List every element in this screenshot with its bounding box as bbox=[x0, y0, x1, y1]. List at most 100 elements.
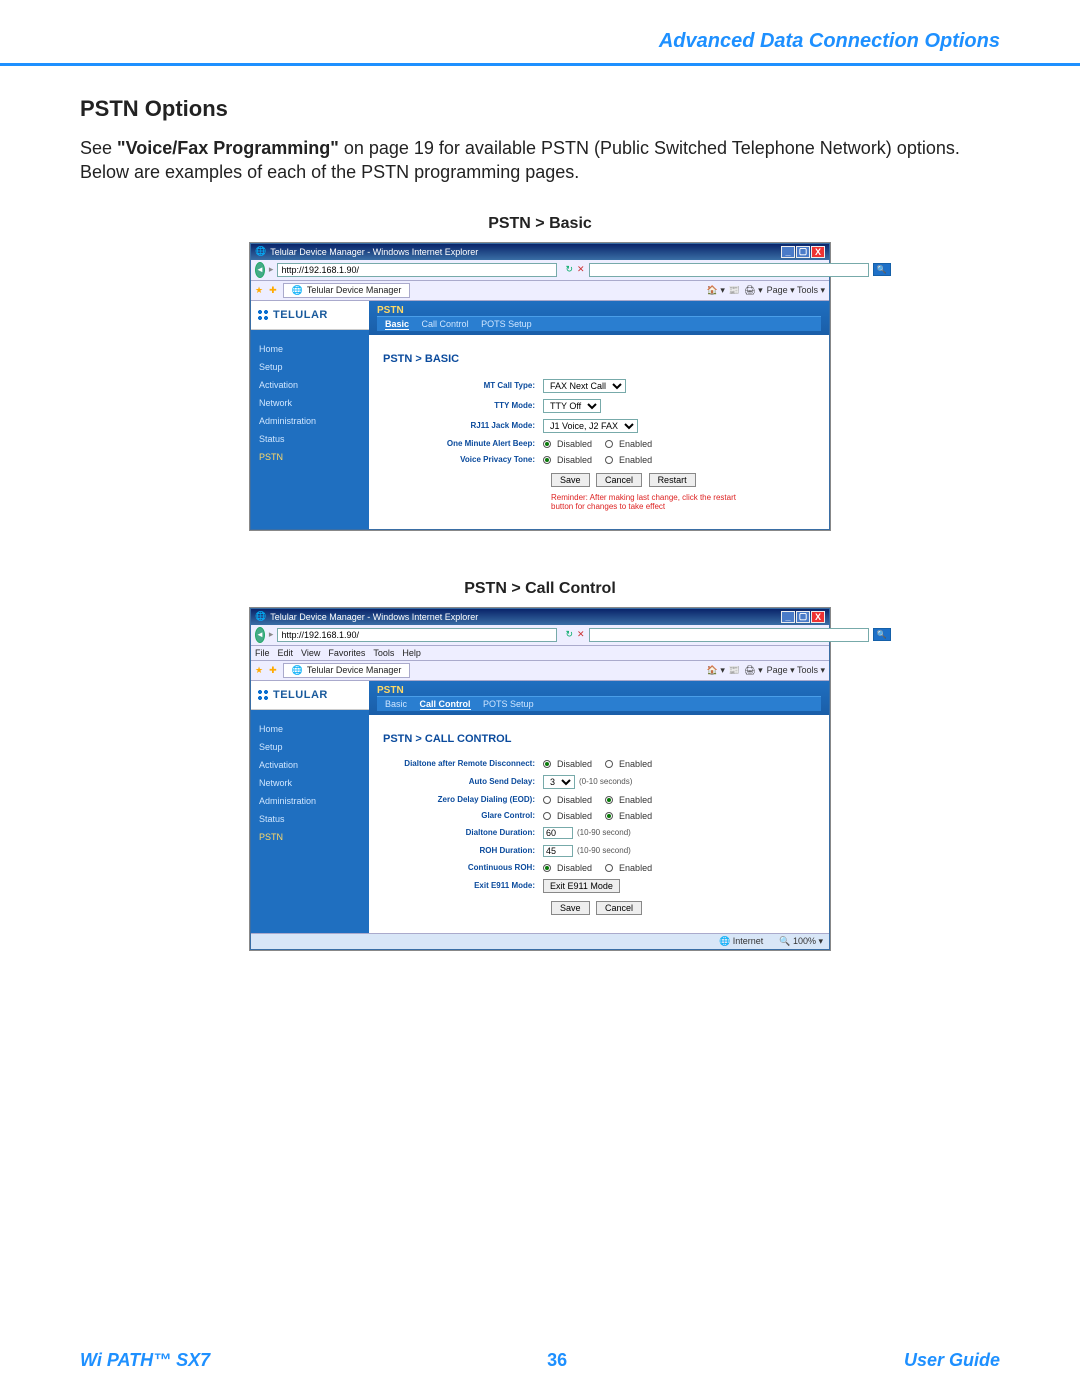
print-icon2[interactable]: 🖨 ▾ bbox=[744, 665, 762, 676]
back-button[interactable]: ◄ bbox=[255, 262, 265, 278]
nav2-setup[interactable]: Setup bbox=[259, 738, 361, 756]
feeds-icon2[interactable]: 📰 bbox=[729, 665, 740, 676]
section-body: See "Voice/Fax Programming" on page 19 f… bbox=[80, 136, 1000, 185]
favorites-icon[interactable]: ★ bbox=[255, 285, 263, 296]
select-autosend[interactable]: 3 bbox=[543, 775, 575, 789]
radio-vp-enabled[interactable] bbox=[605, 456, 613, 464]
nav2-network[interactable]: Network bbox=[259, 774, 361, 792]
refresh-icon2[interactable]: ↻ bbox=[565, 629, 573, 640]
nav-activation[interactable]: Activation bbox=[259, 376, 361, 394]
menu-edit[interactable]: Edit bbox=[278, 648, 294, 658]
opt-enabled: Enabled bbox=[619, 759, 652, 769]
search-go-button2[interactable]: 🔍 bbox=[873, 628, 891, 641]
search-input[interactable] bbox=[589, 263, 869, 277]
url-input2[interactable] bbox=[277, 628, 557, 642]
input-rohdur[interactable] bbox=[543, 845, 573, 857]
stop-icon2[interactable]: ✕ bbox=[577, 629, 585, 640]
ie-icon2: 🌐 bbox=[255, 611, 266, 622]
browser-tab[interactable]: 🌐Telular Device Manager bbox=[283, 283, 411, 298]
brand-text2: TELULAR bbox=[273, 689, 328, 701]
tab2-pots[interactable]: POTS Setup bbox=[483, 699, 534, 709]
stop-icon[interactable]: ✕ bbox=[577, 264, 585, 275]
close-button2[interactable]: X bbox=[811, 611, 825, 623]
close-button[interactable]: X bbox=[811, 246, 825, 258]
label-rohdur: ROH Duration: bbox=[383, 846, 543, 855]
page-tools-menu[interactable]: Page ▾ Tools ▾ bbox=[767, 285, 825, 296]
minimize-button2[interactable]: _ bbox=[781, 611, 795, 623]
label-autosend: Auto Send Delay: bbox=[383, 777, 543, 786]
menu-view[interactable]: View bbox=[301, 648, 320, 658]
forward-button2[interactable]: ▸ bbox=[269, 629, 274, 640]
radio-controh-disabled[interactable] bbox=[543, 864, 551, 872]
menu-help[interactable]: Help bbox=[402, 648, 421, 658]
select-rj11[interactable]: J1 Voice, J2 FAX bbox=[543, 419, 638, 433]
radio-glare-enabled[interactable] bbox=[605, 812, 613, 820]
save-button2[interactable]: Save bbox=[551, 901, 590, 915]
nav-pstn[interactable]: PSTN bbox=[259, 448, 361, 466]
home-icon[interactable]: 🏠 ▾ bbox=[707, 285, 725, 296]
nav2-status[interactable]: Status bbox=[259, 810, 361, 828]
radio-controh-enabled[interactable] bbox=[605, 864, 613, 872]
opt-enabled2: Enabled bbox=[619, 795, 652, 805]
select-mtcall[interactable]: FAX Next Call bbox=[543, 379, 626, 393]
feeds-icon[interactable]: 📰 bbox=[729, 285, 740, 296]
print-icon[interactable]: 🖨 ▾ bbox=[744, 285, 762, 296]
home-icon2[interactable]: 🏠 ▾ bbox=[707, 665, 725, 676]
search-go-button[interactable]: 🔍 bbox=[873, 263, 891, 276]
add-favorite-icon2[interactable]: ✚ bbox=[269, 665, 277, 676]
radio-zd-disabled[interactable] bbox=[543, 796, 551, 804]
toolbar-right2[interactable]: 🏠 ▾ 📰 🖨 ▾ Page ▾ Tools ▾ bbox=[707, 665, 825, 676]
minimize-button[interactable]: _ bbox=[781, 246, 795, 258]
pstn-header-title2: PSTN bbox=[377, 685, 821, 696]
content-pane2: PSTN Basic Call Control POTS Setup PSTN … bbox=[369, 681, 829, 933]
maximize-button2[interactable]: ▢ bbox=[796, 611, 810, 623]
url-input[interactable] bbox=[277, 263, 557, 277]
restart-button[interactable]: Restart bbox=[649, 473, 696, 487]
tab-callcontrol[interactable]: Call Control bbox=[422, 319, 469, 329]
radio-dtremote-disabled[interactable] bbox=[543, 760, 551, 768]
menu-favorites[interactable]: Favorites bbox=[328, 648, 365, 658]
forward-button[interactable]: ▸ bbox=[269, 264, 274, 275]
search-input2[interactable] bbox=[589, 628, 869, 642]
nav2-administration[interactable]: Administration bbox=[259, 792, 361, 810]
menubar: File Edit View Favorites Tools Help bbox=[251, 646, 829, 661]
radio-glare-disabled[interactable] bbox=[543, 812, 551, 820]
tab-basic[interactable]: Basic bbox=[385, 319, 409, 330]
radio-onemin-enabled[interactable] bbox=[605, 440, 613, 448]
browser-tab2[interactable]: 🌐Telular Device Manager bbox=[283, 663, 411, 678]
radio-dtremote-enabled[interactable] bbox=[605, 760, 613, 768]
tab2-basic[interactable]: Basic bbox=[385, 699, 407, 709]
nav-home[interactable]: Home bbox=[259, 340, 361, 358]
favorites-icon2[interactable]: ★ bbox=[255, 665, 263, 676]
nav-network[interactable]: Network bbox=[259, 394, 361, 412]
radio-onemin-disabled[interactable] bbox=[543, 440, 551, 448]
nav2-home[interactable]: Home bbox=[259, 720, 361, 738]
menu-tools[interactable]: Tools bbox=[373, 648, 394, 658]
input-dtdur[interactable] bbox=[543, 827, 573, 839]
nav2-pstn[interactable]: PSTN bbox=[259, 828, 361, 846]
status-zoom[interactable]: 🔍 100% ▾ bbox=[779, 936, 823, 947]
toolbar-right[interactable]: 🏠 ▾ 📰 🖨 ▾ Page ▾ Tools ▾ bbox=[707, 285, 825, 296]
nav-administration[interactable]: Administration bbox=[259, 412, 361, 430]
maximize-button[interactable]: ▢ bbox=[796, 246, 810, 258]
select-tty[interactable]: TTY Off bbox=[543, 399, 601, 413]
radio-vp-disabled[interactable] bbox=[543, 456, 551, 464]
footer-product: Wi PATH™ SX7 bbox=[80, 1350, 210, 1371]
cancel-button2[interactable]: Cancel bbox=[596, 901, 642, 915]
page-tools-menu2[interactable]: Page ▾ Tools ▾ bbox=[767, 665, 825, 676]
radio-zd-enabled[interactable] bbox=[605, 796, 613, 804]
tab-bar2: ★ ✚ 🌐Telular Device Manager 🏠 ▾ 📰 🖨 ▾ Pa… bbox=[251, 661, 829, 681]
tab-pots[interactable]: POTS Setup bbox=[481, 319, 532, 329]
nav-setup[interactable]: Setup bbox=[259, 358, 361, 376]
add-favorite-icon[interactable]: ✚ bbox=[269, 285, 277, 296]
nav-status[interactable]: Status bbox=[259, 430, 361, 448]
exit-e911-button[interactable]: Exit E911 Mode bbox=[543, 879, 620, 893]
hint-dtdur: (10-90 second) bbox=[577, 828, 631, 837]
cancel-button[interactable]: Cancel bbox=[596, 473, 642, 487]
menu-file[interactable]: File bbox=[255, 648, 270, 658]
tab2-callcontrol[interactable]: Call Control bbox=[420, 699, 471, 710]
refresh-icon[interactable]: ↻ bbox=[565, 264, 573, 275]
nav2-activation[interactable]: Activation bbox=[259, 756, 361, 774]
save-button[interactable]: Save bbox=[551, 473, 590, 487]
back-button2[interactable]: ◄ bbox=[255, 627, 265, 643]
